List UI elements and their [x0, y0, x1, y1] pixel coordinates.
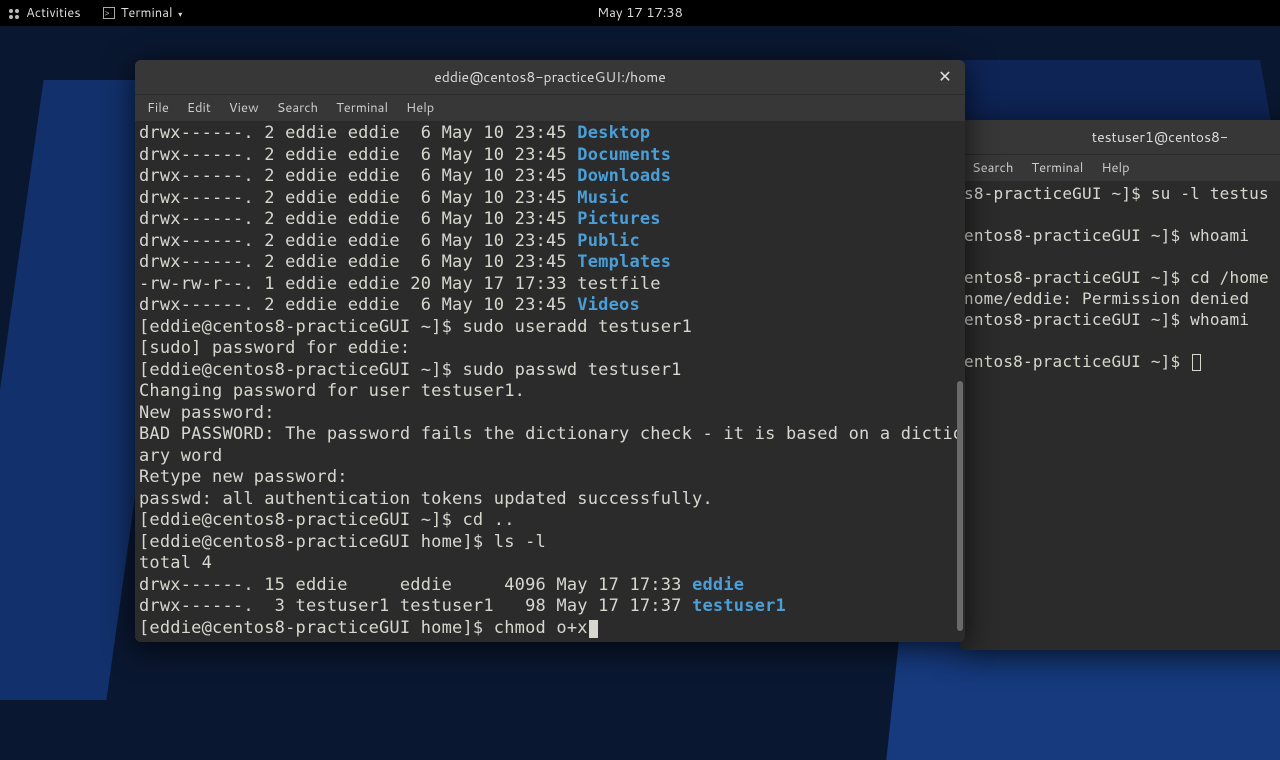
term-line: drwx------. 2 eddie eddie 6 May 10 23:45…	[139, 209, 661, 229]
term-line: drwx------. 2 eddie eddie 6 May 10 23:45…	[139, 166, 671, 186]
term-line: drwx------. 2 eddie eddie 6 May 10 23:45…	[139, 145, 671, 165]
app-menu-label: Terminal	[121, 4, 173, 22]
menu-view[interactable]: View	[229, 99, 259, 117]
menu-search[interactable]: Search	[277, 99, 318, 117]
term-line: [eddie@centos8-practiceGUI home]$ chmod …	[139, 618, 588, 638]
term-line: s8-practiceGUI ~]$ su -l testus	[964, 184, 1269, 203]
directory-name: Pictures	[577, 209, 660, 229]
term-line: [eddie@centos8-practiceGUI ~]$ cd ..	[139, 510, 515, 530]
scrollbar-thumb[interactable]	[957, 381, 963, 631]
cursor-icon	[589, 620, 598, 638]
term-line: drwx------. 2 eddie eddie 6 May 10 23:45…	[139, 123, 650, 143]
menu-search[interactable]: Search	[972, 159, 1013, 177]
directory-name: testuser1	[692, 596, 786, 616]
term-line: Retype new password:	[139, 467, 348, 487]
menu-help[interactable]: Help	[406, 99, 434, 117]
term-line: -rw-rw-r--. 1 eddie eddie 20 May 17 17:3…	[139, 274, 661, 294]
term-line: entos8-practiceGUI ~]$	[964, 352, 1190, 371]
cursor-icon	[1192, 354, 1201, 371]
term-line: drwx------. 3 testuser1 testuser1 98 May…	[139, 596, 786, 616]
term-line: ary word	[139, 446, 222, 466]
directory-name: Videos	[577, 295, 640, 315]
terminal-output[interactable]: drwx------. 2 eddie eddie 6 May 10 23:45…	[135, 121, 965, 642]
menu-terminal[interactable]: Terminal	[336, 99, 388, 117]
term-line: [eddie@centos8-practiceGUI home]$ ls -l	[139, 532, 546, 552]
term-line: entos8-practiceGUI ~]$ whoami	[964, 310, 1249, 329]
directory-name: Documents	[577, 145, 671, 165]
term-line: [eddie@centos8-practiceGUI ~]$ sudo user…	[139, 317, 692, 337]
term-line: [sudo] password for eddie:	[139, 338, 410, 358]
term-line: Changing password for user testuser1.	[139, 381, 525, 401]
terminal-menubar: File Edit View Search Terminal Help	[135, 94, 965, 121]
directory-name: Music	[577, 188, 629, 208]
term-line: drwx------. 2 eddie eddie 6 May 10 23:45…	[139, 252, 671, 272]
term-line: [eddie@centos8-practiceGUI ~]$ sudo pass…	[139, 360, 682, 380]
window-titlebar[interactable]: testuser1@centos8-	[960, 120, 1280, 154]
close-icon: ✕	[938, 65, 951, 88]
chevron-down-icon: ▾	[178, 8, 182, 20]
window-title: testuser1@centos8-	[1092, 127, 1228, 147]
menu-terminal[interactable]: Terminal	[1031, 159, 1083, 177]
gnome-top-bar: Activities Terminal ▾ May 17 17:38	[0, 0, 1280, 26]
term-line: drwx------. 2 eddie eddie 6 May 10 23:45…	[139, 295, 640, 315]
term-line: BAD PASSWORD: The password fails the dic…	[139, 424, 965, 444]
scrollbar[interactable]	[955, 121, 965, 642]
terminal-window-secondary[interactable]: testuser1@centos8- Search Terminal Help …	[960, 120, 1280, 650]
term-line: total 4	[139, 553, 212, 573]
clock[interactable]: May 17 17:38	[597, 4, 683, 22]
terminal-window-primary[interactable]: eddie@centos8-practiceGUI:/home ✕ File E…	[135, 60, 965, 642]
directory-name: eddie	[692, 575, 744, 595]
term-line: New password:	[139, 403, 275, 423]
close-button[interactable]: ✕	[935, 67, 955, 87]
terminal-menubar: Search Terminal Help	[960, 154, 1280, 181]
menu-edit[interactable]: Edit	[187, 99, 211, 117]
terminal-app-icon	[103, 7, 115, 19]
activities-icon	[8, 7, 20, 19]
term-line: drwx------. 2 eddie eddie 6 May 10 23:45…	[139, 231, 640, 251]
term-line: entos8-practiceGUI ~]$ whoami	[964, 226, 1249, 245]
window-title: eddie@centos8-practiceGUI:/home	[434, 67, 666, 87]
term-line: entos8-practiceGUI ~]$ cd /home	[964, 268, 1269, 287]
window-titlebar[interactable]: eddie@centos8-practiceGUI:/home ✕	[135, 60, 965, 94]
term-line: drwx------. 15 eddie eddie 4096 May 17 1…	[139, 575, 744, 595]
directory-name: Templates	[577, 252, 671, 272]
directory-name: Desktop	[577, 123, 650, 143]
menu-help[interactable]: Help	[1101, 159, 1129, 177]
terminal-output[interactable]: s8-practiceGUI ~]$ su -l testus entos8-p…	[960, 181, 1280, 650]
menu-file[interactable]: File	[147, 99, 169, 117]
activities-button[interactable]: Activities	[26, 4, 81, 22]
app-menu-button[interactable]: Terminal ▾	[121, 4, 183, 22]
directory-name: Public	[577, 231, 640, 251]
term-line: passwd: all authentication tokens update…	[139, 489, 713, 509]
directory-name: Downloads	[577, 166, 671, 186]
term-line: nome/eddie: Permission denied	[964, 289, 1249, 308]
term-line: drwx------. 2 eddie eddie 6 May 10 23:45…	[139, 188, 629, 208]
